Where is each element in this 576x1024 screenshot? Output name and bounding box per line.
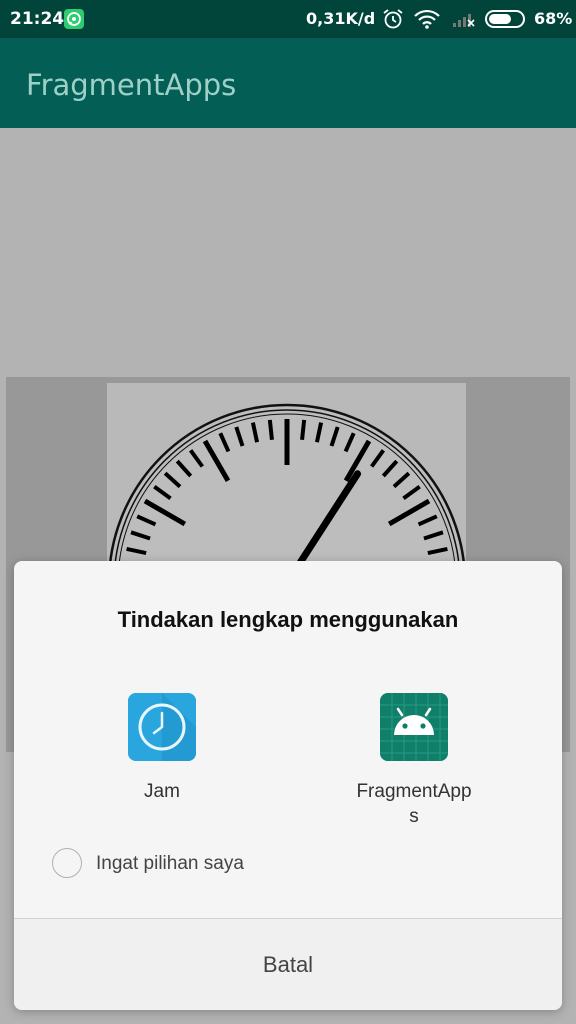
- signal-no-service-icon: [452, 10, 476, 33]
- app-option-fragmentapps[interactable]: FragmentApps: [334, 691, 494, 831]
- app-chooser-dialog: Tindakan lengkap menggunakan Jam Fragmen…: [14, 561, 562, 1010]
- status-time: 21:24: [10, 9, 65, 29]
- remember-choice-radio[interactable]: [52, 848, 82, 878]
- alarm-clock-icon: [382, 8, 404, 35]
- battery-icon: [485, 10, 525, 28]
- clock-app-icon: [128, 693, 196, 761]
- cancel-button-label: Batal: [262, 952, 314, 977]
- battery-percent: 68%: [534, 9, 573, 28]
- app-title: FragmentApps: [26, 68, 237, 102]
- app-option-jam[interactable]: Jam: [82, 691, 242, 831]
- network-speed: 0,31K/d: [306, 9, 376, 28]
- remember-choice-label: Ingat pilihan saya: [96, 853, 244, 874]
- cancel-button[interactable]: Batal: [14, 919, 562, 1010]
- app-label-jam: Jam: [144, 781, 180, 802]
- app-label-fragmentapps: FragmentApps: [356, 781, 472, 827]
- android-app-icon: [380, 693, 448, 761]
- status-bar: 21:24 0,31K/d 68%: [0, 0, 576, 38]
- whatsapp-icon: [64, 9, 84, 29]
- battery-level-fill: [489, 14, 511, 24]
- wifi-icon: [414, 9, 440, 34]
- app-bar: FragmentApps: [0, 38, 576, 128]
- dialog-title: Tindakan lengkap menggunakan: [117, 607, 459, 632]
